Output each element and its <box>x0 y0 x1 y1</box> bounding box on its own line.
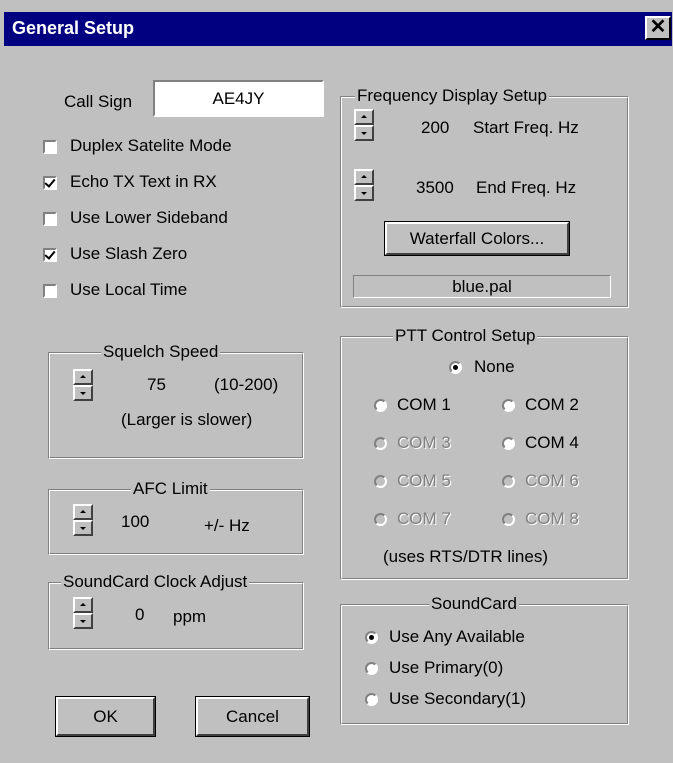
clock-down-button[interactable] <box>73 613 93 629</box>
com1-label[interactable]: COM 1 <box>397 395 451 415</box>
cancel-button[interactable]: Cancel <box>195 696 310 737</box>
soundcard-group: SoundCard Use Any Available Use Primary(… <box>340 594 629 725</box>
com8-label: COM 8 <box>525 509 579 528</box>
com5-radio <box>374 475 387 488</box>
lower-sideband-checkbox[interactable] <box>43 212 57 226</box>
duplex-satellite-label[interactable]: Duplex Satelite Mode <box>70 136 232 156</box>
squelch-note: (Larger is slower) <box>121 410 253 429</box>
afc-limit-title: AFC Limit <box>131 479 210 499</box>
com8-radio <box>502 513 515 526</box>
clock-spinner[interactable] <box>73 597 93 629</box>
clock-adjust-group: SoundCard Clock Adjust 0 ppm <box>48 572 304 650</box>
ptt-none-label[interactable]: None <box>474 357 515 377</box>
com3-label: COM 3 <box>397 433 451 452</box>
clock-value: 0 <box>135 605 145 624</box>
squelch-up-button[interactable] <box>73 369 93 385</box>
squelch-spinner[interactable] <box>73 369 93 401</box>
squelch-down-button[interactable] <box>73 385 93 401</box>
start-freq-down-button[interactable] <box>354 125 374 141</box>
squelch-speed-title: Squelch Speed <box>101 342 221 362</box>
clock-adjust-title: SoundCard Clock Adjust <box>61 572 250 592</box>
afc-limit-group: AFC Limit 100 +/- Hz <box>48 479 304 555</box>
end-freq-up-button[interactable] <box>354 169 374 185</box>
start-freq-value: 200 <box>421 118 450 137</box>
soundcard-secondary-radio[interactable] <box>365 693 378 706</box>
clock-unit: ppm <box>173 607 207 626</box>
afc-down-button[interactable] <box>73 520 93 536</box>
com1-radio[interactable] <box>374 399 387 412</box>
general-setup-dialog: General Setup ✕ Call Sign AE4JY Duplex S… <box>0 0 673 763</box>
soundcard-any-label[interactable]: Use Any Available <box>389 627 525 647</box>
echo-tx-label[interactable]: Echo TX Text in RX <box>70 172 217 192</box>
start-freq-up-button[interactable] <box>354 109 374 125</box>
soundcard-title: SoundCard <box>429 594 520 614</box>
waterfall-colors-button[interactable]: Waterfall Colors... <box>384 221 570 256</box>
end-freq-label: End Freq. Hz <box>476 178 577 197</box>
local-time-label[interactable]: Use Local Time <box>70 280 187 300</box>
com2-radio[interactable] <box>502 399 515 412</box>
com5-label: COM 5 <box>397 471 451 490</box>
com2-label[interactable]: COM 2 <box>525 395 579 415</box>
com7-radio <box>374 513 387 526</box>
frequency-display-title: Frequency Display Setup <box>355 86 549 106</box>
ptt-control-title: PTT Control Setup <box>393 326 538 346</box>
squelch-speed-group: Squelch Speed 75 (10-200) (Larger is slo… <box>48 342 304 459</box>
com6-radio <box>502 475 515 488</box>
ptt-none-radio[interactable] <box>449 361 462 374</box>
echo-tx-checkbox[interactable] <box>43 176 57 190</box>
start-freq-spinner[interactable] <box>354 109 374 141</box>
com7-label: COM 7 <box>397 509 451 528</box>
end-freq-spinner[interactable] <box>354 169 374 201</box>
afc-value: 100 <box>121 512 150 531</box>
ok-button[interactable]: OK <box>55 696 156 737</box>
com4-radio[interactable] <box>502 437 515 450</box>
duplex-satellite-checkbox[interactable] <box>43 140 57 154</box>
close-button[interactable]: ✕ <box>645 16 671 40</box>
frequency-display-group: Frequency Display Setup 200 Start Freq. … <box>340 86 629 308</box>
com3-radio <box>374 437 387 450</box>
soundcard-primary-label[interactable]: Use Primary(0) <box>389 658 503 678</box>
squelch-value: 75 <box>147 375 166 394</box>
slash-zero-checkbox[interactable] <box>43 248 57 262</box>
soundcard-secondary-label[interactable]: Use Secondary(1) <box>389 689 526 709</box>
com4-label[interactable]: COM 4 <box>525 433 579 453</box>
slash-zero-label[interactable]: Use Slash Zero <box>70 244 187 264</box>
afc-unit: +/- Hz <box>204 516 250 535</box>
clock-up-button[interactable] <box>73 597 93 613</box>
afc-spinner[interactable] <box>73 504 93 536</box>
soundcard-any-radio[interactable] <box>365 631 378 644</box>
end-freq-value: 3500 <box>416 178 454 197</box>
afc-up-button[interactable] <box>73 504 93 520</box>
com6-label: COM 6 <box>525 471 579 490</box>
palette-file-display: blue.pal <box>353 275 611 298</box>
start-freq-label: Start Freq. Hz <box>473 118 579 137</box>
callsign-input[interactable]: AE4JY <box>153 80 324 117</box>
squelch-range: (10-200) <box>214 375 279 394</box>
ptt-control-group: PTT Control Setup None COM 1 COM 2 COM 3… <box>340 326 629 580</box>
callsign-label: Call Sign <box>64 92 133 111</box>
title-bar[interactable]: General Setup ✕ <box>4 12 672 46</box>
ptt-note: (uses RTS/DTR lines) <box>383 547 548 566</box>
local-time-checkbox[interactable] <box>43 284 57 298</box>
window-title: General Setup <box>12 18 135 38</box>
end-freq-down-button[interactable] <box>354 185 374 201</box>
lower-sideband-label[interactable]: Use Lower Sideband <box>70 208 228 228</box>
soundcard-primary-radio[interactable] <box>365 662 378 675</box>
